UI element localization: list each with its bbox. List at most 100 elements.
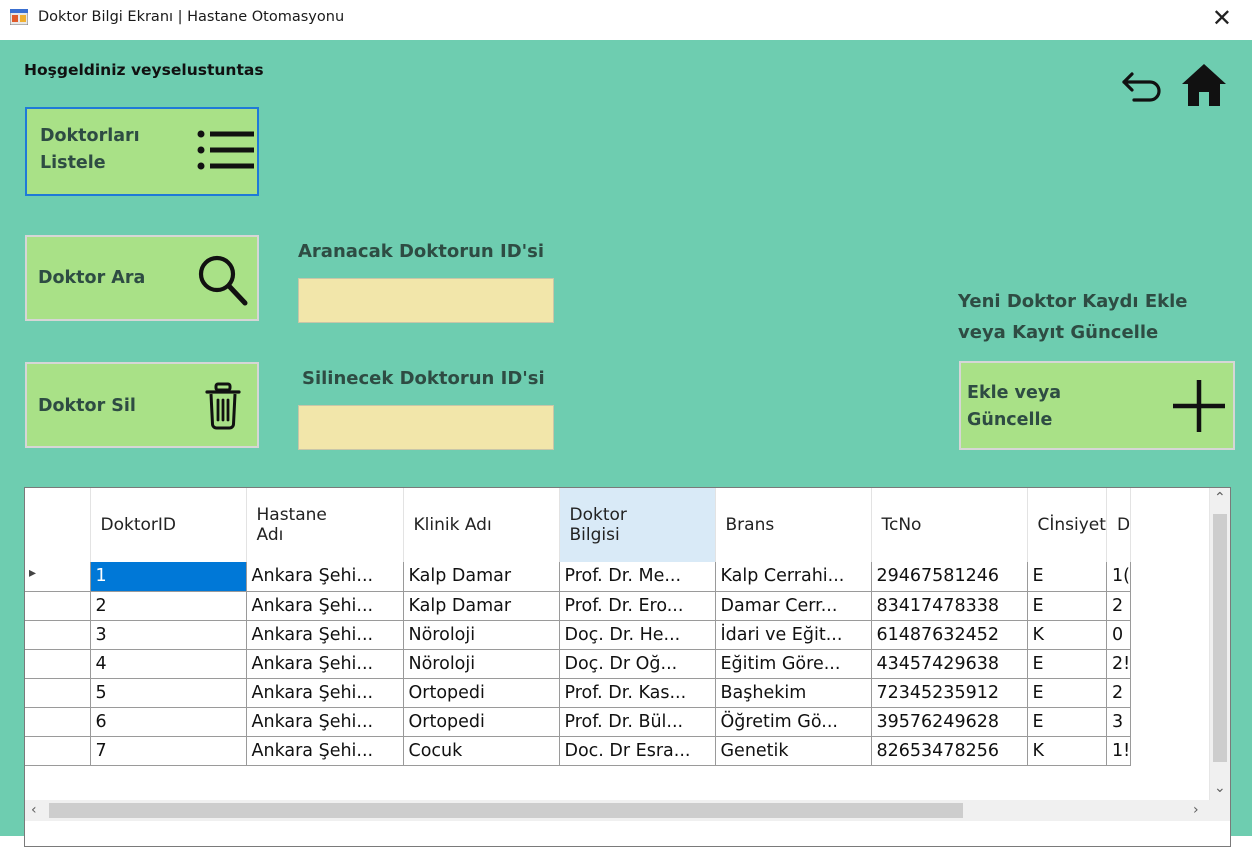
table-row[interactable]: ▸ 1 Ankara Şehi... Kalp Damar Prof. Dr. Me..… <box>25 562 1132 592</box>
table-cell[interactable]: K <box>1027 736 1107 766</box>
row-header[interactable] <box>25 736 91 766</box>
table-cell[interactable]: 29467581246 <box>871 562 1028 592</box>
table-cell[interactable]: Eğitim Göre... <box>715 649 872 679</box>
table-cell[interactable]: 1( <box>1106 562 1132 592</box>
horizontal-scrollbar[interactable]: ‹ › <box>25 800 1211 821</box>
column-header[interactable]: Hastane Adı <box>246 488 404 562</box>
scroll-left-icon[interactable]: ‹ <box>31 803 37 817</box>
row-header[interactable]: ▸ <box>25 562 91 592</box>
delete-button-label: Doktor Sil <box>38 396 136 416</box>
column-header[interactable]: Cİnsiyet <box>1027 488 1107 562</box>
table-cell[interactable]: 5 <box>90 678 247 708</box>
table-cell[interactable]: Doç. Dr Oğ... <box>559 649 716 679</box>
table-cell[interactable]: 1 <box>90 562 247 592</box>
row-header[interactable] <box>25 620 91 650</box>
vertical-scrollbar[interactable]: ⌃ ⌄ <box>1209 488 1230 800</box>
table-cell[interactable]: Kalp Cerrahi... <box>715 562 872 592</box>
table-cell[interactable]: Damar Cerr... <box>715 591 872 621</box>
table-cell[interactable]: 43457429638 <box>871 649 1028 679</box>
scroll-right-icon[interactable]: › <box>1193 803 1199 817</box>
table-row[interactable]: 7 Ankara Şehi... Cocuk Doc. Dr Esra... Genet… <box>25 736 1132 766</box>
table-row[interactable]: 2 Ankara Şehi... Kalp Damar Prof. Dr. Ero..… <box>25 591 1132 621</box>
table-cell[interactable]: Prof. Dr. Ero... <box>559 591 716 621</box>
table-cell[interactable]: Öğretim Gö... <box>715 707 872 737</box>
table-cell[interactable]: 6 <box>90 707 247 737</box>
add-update-button[interactable]: Ekle veya Güncelle <box>959 361 1235 450</box>
table-row[interactable]: 6 Ankara Şehi... Ortopedi Prof. Dr. Bül... Ö… <box>25 707 1132 737</box>
table-cell[interactable]: 2! <box>1106 649 1132 679</box>
table-cell[interactable]: 39576249628 <box>871 707 1028 737</box>
table-cell[interactable]: E <box>1027 678 1107 708</box>
table-cell[interactable]: 7 <box>90 736 247 766</box>
table-cell[interactable]: 82653478256 <box>871 736 1028 766</box>
table-cell[interactable]: Ankara Şehi... <box>246 736 404 766</box>
table-cell[interactable]: Cocuk <box>403 736 560 766</box>
table-cell[interactable]: 2 <box>1106 591 1132 621</box>
doctor-grid[interactable]: DoktorID Hastane Adı Klinik Adı Doktor Bil… <box>24 487 1231 847</box>
table-cell[interactable]: Kalp Damar <box>403 591 560 621</box>
column-header[interactable]: Brans <box>715 488 872 562</box>
table-cell[interactable]: E <box>1027 649 1107 679</box>
table-cell[interactable]: Başhekim <box>715 678 872 708</box>
table-cell[interactable]: Doç. Dr. He... <box>559 620 716 650</box>
horizontal-scroll-thumb[interactable] <box>49 803 963 818</box>
search-doctor-button[interactable]: Doktor Ara <box>25 235 259 321</box>
scroll-up-icon[interactable]: ⌃ <box>1214 491 1226 505</box>
table-cell[interactable]: Ankara Şehi... <box>246 562 404 592</box>
table-cell[interactable]: İdari ve Eğit... <box>715 620 872 650</box>
table-cell[interactable]: Ankara Şehi... <box>246 591 404 621</box>
table-cell[interactable]: 83417478338 <box>871 591 1028 621</box>
search-id-input[interactable] <box>298 278 554 323</box>
table-cell[interactable]: 1! <box>1106 736 1132 766</box>
scroll-down-icon[interactable]: ⌄ <box>1214 781 1226 795</box>
table-cell[interactable]: 3 <box>1106 707 1132 737</box>
table-row[interactable]: 4 Ankara Şehi... Nöroloji Doç. Dr Oğ... Eğit… <box>25 649 1132 679</box>
row-header[interactable] <box>25 591 91 621</box>
table-cell[interactable]: 72345235912 <box>871 678 1028 708</box>
table-cell[interactable]: 0 <box>1106 620 1132 650</box>
table-cell[interactable]: Nöroloji <box>403 620 560 650</box>
table-cell[interactable]: Ortopedi <box>403 678 560 708</box>
list-doctors-button[interactable]: Doktorları Listele <box>25 107 259 196</box>
table-row[interactable]: 5 Ankara Şehi... Ortopedi Prof. Dr. Kas... B… <box>25 678 1132 708</box>
column-header[interactable]: DoktorID <box>90 488 247 562</box>
table-cell[interactable]: E <box>1027 707 1107 737</box>
table-cell[interactable]: Prof. Dr. Bül... <box>559 707 716 737</box>
table-cell[interactable]: Ankara Şehi... <box>246 678 404 708</box>
table-cell[interactable]: Prof. Dr. Kas... <box>559 678 716 708</box>
close-icon[interactable]: ✕ <box>1212 4 1232 32</box>
delete-id-label: Silinecek Doktorun ID'si <box>302 368 545 389</box>
table-cell[interactable]: E <box>1027 562 1107 592</box>
column-header[interactable]: Klinik Adı <box>403 488 560 562</box>
delete-id-input[interactable] <box>298 405 554 450</box>
doctor-table: DoktorID Hastane Adı Klinik Adı Doktor Bil… <box>25 488 1132 766</box>
home-icon[interactable] <box>1180 62 1228 108</box>
table-cell[interactable]: 4 <box>90 649 247 679</box>
column-header[interactable]: TcNo <box>871 488 1028 562</box>
table-cell[interactable]: Prof. Dr. Me... <box>559 562 716 592</box>
column-header[interactable]: D <box>1106 488 1132 562</box>
table-cell[interactable]: Ortopedi <box>403 707 560 737</box>
table-cell[interactable]: Doc. Dr Esra... <box>559 736 716 766</box>
table-cell[interactable]: Genetik <box>715 736 872 766</box>
table-row[interactable]: 3 Ankara Şehi... Nöroloji Doç. Dr. He... İda… <box>25 620 1132 650</box>
table-cell[interactable]: 2 <box>1106 678 1132 708</box>
row-header[interactable] <box>25 649 91 679</box>
column-header[interactable]: Doktor Bilgisi <box>559 488 716 562</box>
table-cell[interactable]: 61487632452 <box>871 620 1028 650</box>
table-cell[interactable]: E <box>1027 591 1107 621</box>
list-icon <box>197 130 254 170</box>
table-cell[interactable]: Ankara Şehi... <box>246 649 404 679</box>
table-cell[interactable]: Nöroloji <box>403 649 560 679</box>
row-header[interactable] <box>25 707 91 737</box>
table-cell[interactable]: Kalp Damar <box>403 562 560 592</box>
table-cell[interactable]: Ankara Şehi... <box>246 707 404 737</box>
table-cell[interactable]: 3 <box>90 620 247 650</box>
table-cell[interactable]: K <box>1027 620 1107 650</box>
vertical-scroll-thumb[interactable] <box>1213 514 1227 762</box>
back-arrow-icon[interactable] <box>1118 64 1166 104</box>
table-cell[interactable]: 2 <box>90 591 247 621</box>
table-cell[interactable]: Ankara Şehi... <box>246 620 404 650</box>
delete-doctor-button[interactable]: Doktor Sil <box>25 362 259 448</box>
row-header[interactable] <box>25 678 91 708</box>
